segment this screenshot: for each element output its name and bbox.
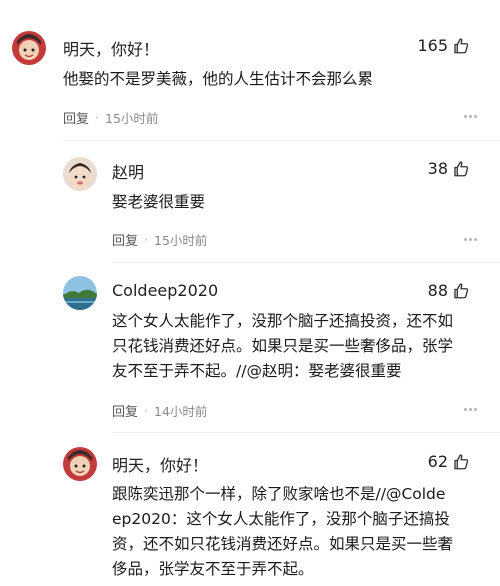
comment-text: 他娶的不是罗美薇，他的人生估计不会那么累 xyxy=(63,70,374,88)
thumbs-up-icon xyxy=(454,160,469,176)
comment-text: 这个女人太能作了，没那个脑子还搞投资，还不如 只花钱消费还好点。如果只是买一些奢… xyxy=(112,309,487,384)
comment-text: 娶老婆很重要 xyxy=(112,193,206,211)
divider xyxy=(63,140,500,141)
author-name[interactable]: 明天，你好！ xyxy=(63,36,159,60)
comment-text-line: 这个女人太能作了，没那个脑子还搞投资，还不如 xyxy=(112,312,454,330)
avatar[interactable] xyxy=(63,157,97,191)
thumbs-up-icon xyxy=(454,453,469,469)
divider xyxy=(112,262,500,263)
like-button[interactable]: 38 xyxy=(428,159,470,178)
more-options-icon[interactable] xyxy=(464,238,478,242)
comment-meta: 回复 · 15小时前 xyxy=(112,230,207,249)
like-count: 62 xyxy=(427,452,448,471)
author-name[interactable]: Coldeep2020 xyxy=(112,281,218,300)
timestamp: 15小时前 xyxy=(154,233,208,248)
separator-dot: · xyxy=(144,232,148,247)
reply-button[interactable]: 回复 xyxy=(63,108,89,127)
reply-button[interactable]: 回复 xyxy=(112,401,138,420)
timestamp: 15小时前 xyxy=(105,111,159,126)
like-count: 38 xyxy=(427,159,448,178)
comment-text-line: 只花钱消费还好点。如果只是买一些奢侈品，张学 xyxy=(112,337,454,355)
avatar[interactable] xyxy=(12,31,46,65)
separator-dot: · xyxy=(95,110,99,125)
comment-text-line: ep2020：这个女人太能作了，没那个脑子还搞投 xyxy=(112,510,450,528)
more-options-icon[interactable] xyxy=(464,115,478,119)
comment-1: 明天，你好！ 165 他娶的不是罗美薇，他的人生估计不会那么累 回复 · 15小… xyxy=(0,0,500,140)
like-button[interactable]: 88 xyxy=(428,281,470,300)
timestamp: 14小时前 xyxy=(154,404,208,419)
separator-dot: · xyxy=(144,403,148,418)
author-name[interactable]: 明天，你好！ xyxy=(112,452,208,476)
divider xyxy=(112,432,500,433)
like-button[interactable]: 165 xyxy=(417,36,470,55)
comment-meta: 回复 · 14小时前 xyxy=(112,401,207,420)
like-count: 88 xyxy=(427,281,448,300)
comment-text-line: 侈品，张学友不至于弄不起。 xyxy=(112,560,314,578)
thumbs-up-icon xyxy=(454,37,469,53)
avatar[interactable] xyxy=(63,276,97,310)
comment-text-line: 跟陈奕迅那个一样，除了败家啥也不是//@Colde xyxy=(112,485,446,503)
comment-text: 跟陈奕迅那个一样，除了败家啥也不是//@Colde ep2020：这个女人太能作… xyxy=(112,482,487,582)
avatar[interactable] xyxy=(63,447,97,481)
comment-text-line: 资，还不如只花钱消费还好点。如果只是买一些奢 xyxy=(112,535,454,553)
more-options-icon[interactable] xyxy=(464,408,478,412)
author-name[interactable]: 赵明 xyxy=(112,159,144,183)
comment-text-line: 友不至于弄不起。//@赵明：娶老婆很重要 xyxy=(112,362,402,380)
comment-meta: 回复 · 15小时前 xyxy=(63,108,158,127)
like-button[interactable]: 62 xyxy=(428,452,470,471)
reply-button[interactable]: 回复 xyxy=(112,230,138,249)
like-count: 165 xyxy=(417,36,448,55)
thumbs-up-icon xyxy=(454,282,469,298)
